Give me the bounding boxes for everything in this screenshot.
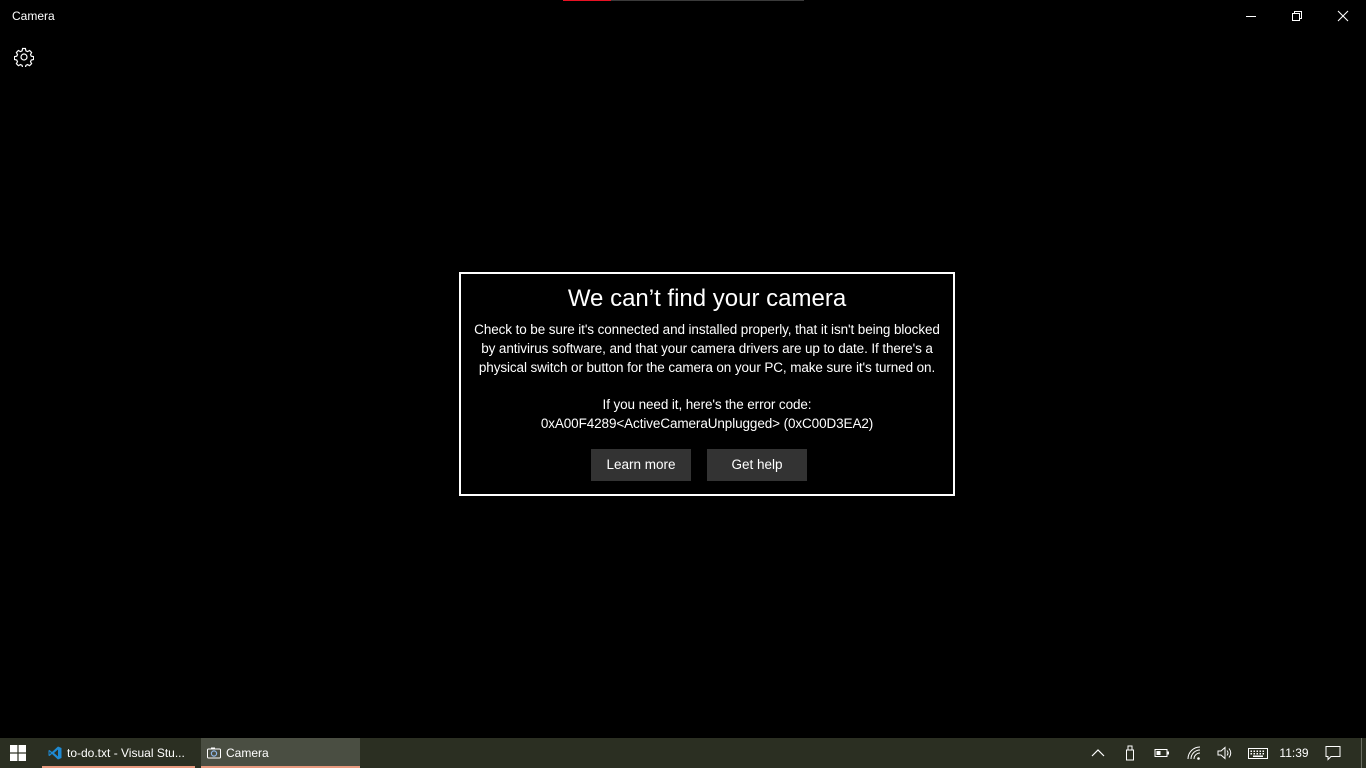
loading-progress-bar xyxy=(563,0,804,1)
gear-icon xyxy=(14,47,34,67)
touch-keyboard-icon[interactable] xyxy=(1248,745,1268,761)
windows-logo-icon xyxy=(10,745,26,761)
action-center-icon[interactable] xyxy=(1325,745,1341,761)
vscode-icon xyxy=(48,746,62,760)
taskbar-item-label: Camera xyxy=(226,746,269,760)
usb-drive-icon[interactable] xyxy=(1122,745,1138,761)
learn-more-button[interactable]: Learn more xyxy=(591,449,691,481)
dialog-message-line: physical switch or button for the camera… xyxy=(478,360,936,375)
loading-progress-fill xyxy=(563,0,612,1)
taskbar-clock[interactable]: 11:39 xyxy=(1279,738,1309,768)
minimize-button[interactable] xyxy=(1228,0,1274,32)
title-bar[interactable]: Camera xyxy=(0,0,1366,32)
error-code: 0xA00F4289<ActiveCameraUnplugged> (0xC00… xyxy=(540,416,874,431)
wifi-icon[interactable] xyxy=(1186,745,1202,761)
minimize-icon xyxy=(1246,16,1256,17)
taskbar: to-do.txt - Visual Stu... Camera 11:39 xyxy=(0,738,1366,768)
dialog-message: Check to be sure it's connected and inst… xyxy=(461,320,953,433)
restore-button[interactable] xyxy=(1274,0,1320,32)
settings-button[interactable] xyxy=(8,41,40,73)
dialog-title: We can’t find your camera xyxy=(567,285,847,312)
restore-icon xyxy=(1292,11,1302,21)
get-help-button[interactable]: Get help xyxy=(707,449,807,481)
camera-icon xyxy=(207,747,221,759)
window-title: Camera xyxy=(12,9,55,23)
taskbar-item-vscode[interactable]: to-do.txt - Visual Stu... xyxy=(42,738,195,768)
taskbar-item-label: to-do.txt - Visual Stu... xyxy=(67,746,185,760)
start-button[interactable] xyxy=(0,738,36,768)
close-icon xyxy=(1337,10,1349,22)
close-button[interactable] xyxy=(1320,0,1366,32)
error-code-intro: If you need it, here's the error code: xyxy=(602,397,812,412)
battery-icon[interactable] xyxy=(1154,745,1170,761)
camera-app-window: Camera We can’t find your camera Check t… xyxy=(0,0,1366,738)
chevron-up-icon[interactable] xyxy=(1090,745,1106,761)
show-desktop-button[interactable] xyxy=(1361,738,1362,768)
volume-icon[interactable] xyxy=(1217,745,1233,761)
dialog-message-line: by antivirus software, and that your cam… xyxy=(481,341,933,356)
dialog-button-row: Learn more Get help xyxy=(461,449,953,481)
taskbar-item-camera[interactable]: Camera xyxy=(201,738,360,768)
dialog-message-line: Check to be sure it's connected and inst… xyxy=(474,322,940,337)
camera-error-dialog: We can’t find your camera Check to be su… xyxy=(459,272,955,496)
